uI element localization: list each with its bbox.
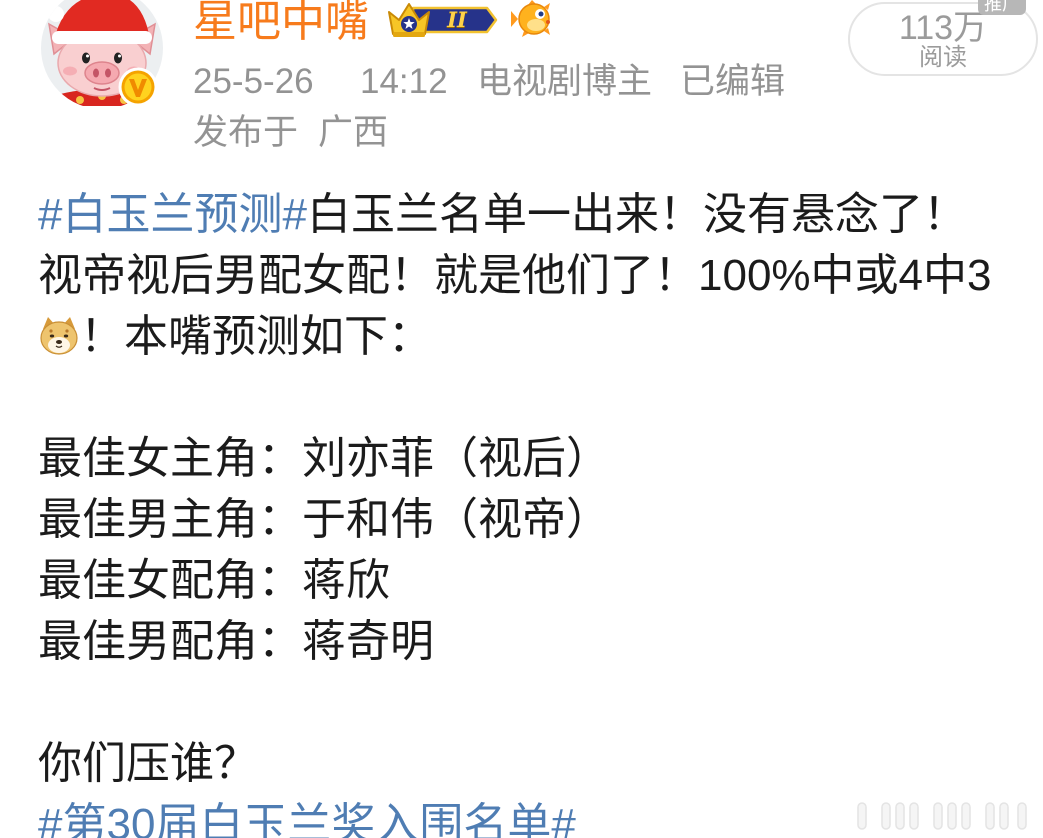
content-line: ！本嘴预测如下： [38, 306, 1038, 367]
author-role: 电视剧博主 [477, 62, 653, 101]
question-line: 你们压谁？ [38, 733, 1038, 794]
promo-tag-text: 推广 [984, 0, 1020, 14]
watermark-shape [857, 802, 1027, 830]
author-name[interactable]: 星吧中嘴 [193, 0, 369, 44]
level-badge-text: II [447, 7, 467, 32]
prediction-row: 最佳女配角：蒋欣 [38, 550, 1038, 611]
question-text: 你们压谁？ [38, 739, 258, 788]
post-location: 广西 [318, 113, 389, 152]
prediction-row: 最佳男主角：于和伟（视帝） [38, 489, 1038, 550]
watermark [852, 800, 1032, 832]
content-line: #白玉兰预测#白玉兰名单一出来！没有悬念了！ [38, 184, 1038, 245]
intro-text: 视帝视后男配女配！就是他们了！100%中或4中3 [38, 251, 992, 300]
verified-v-icon[interactable] [117, 66, 159, 108]
prediction-label: 最佳女主角： [38, 434, 302, 483]
prediction-value: 于和伟（视帝） [302, 495, 610, 544]
prediction-value: 蒋欣 [302, 556, 390, 605]
pufferfish-icon[interactable] [510, 0, 558, 38]
prediction-label: 最佳男配角： [38, 617, 302, 666]
prediction-row: 最佳女主角：刘亦菲（视后） [38, 428, 1038, 489]
pufferfish-shape [511, 0, 550, 37]
intro-text: 白玉兰名单一出来！没有悬念了！ [306, 190, 967, 239]
intro-text: ！本嘴预测如下： [80, 312, 432, 361]
edited-label[interactable]: 已编辑 [680, 62, 785, 102]
prediction-value: 刘亦菲（视后） [302, 434, 610, 483]
location-prefix: 发布于 [193, 113, 299, 152]
prediction-value: 蒋奇明 [302, 617, 434, 666]
prediction-label: 最佳男主角： [38, 495, 302, 544]
post-content: #白玉兰预测#白玉兰名单一出来！没有悬念了！ 视帝视后男配女配！就是他们了！10… [38, 184, 1038, 838]
promo-tag: 推广 [978, 0, 1026, 15]
doge-emoji-shape [40, 317, 78, 355]
post-time: 14:12 [360, 62, 448, 101]
content-line: 视帝视后男配女配！就是他们了！100%中或4中3 [38, 245, 1038, 306]
prediction-label: 最佳女配角： [38, 556, 302, 605]
verified-v-shape [118, 67, 158, 107]
crown-badge-icon[interactable]: II [385, 0, 500, 40]
topic-link-nominees[interactable]: #第30届白玉兰奖入围名单# [38, 800, 576, 838]
weibo-post: 星吧中嘴 II 25-5-26 14:12 电视剧博主 已编辑 发布于 广西 1… [0, 0, 1043, 838]
topic-link-prediction[interactable]: #白玉兰预测# [38, 190, 307, 239]
doge-emoji [38, 315, 80, 357]
prediction-row: 最佳男配角：蒋奇明 [38, 611, 1038, 672]
post-date: 25-5-26 [193, 62, 314, 101]
read-label: 阅读 [919, 44, 967, 71]
